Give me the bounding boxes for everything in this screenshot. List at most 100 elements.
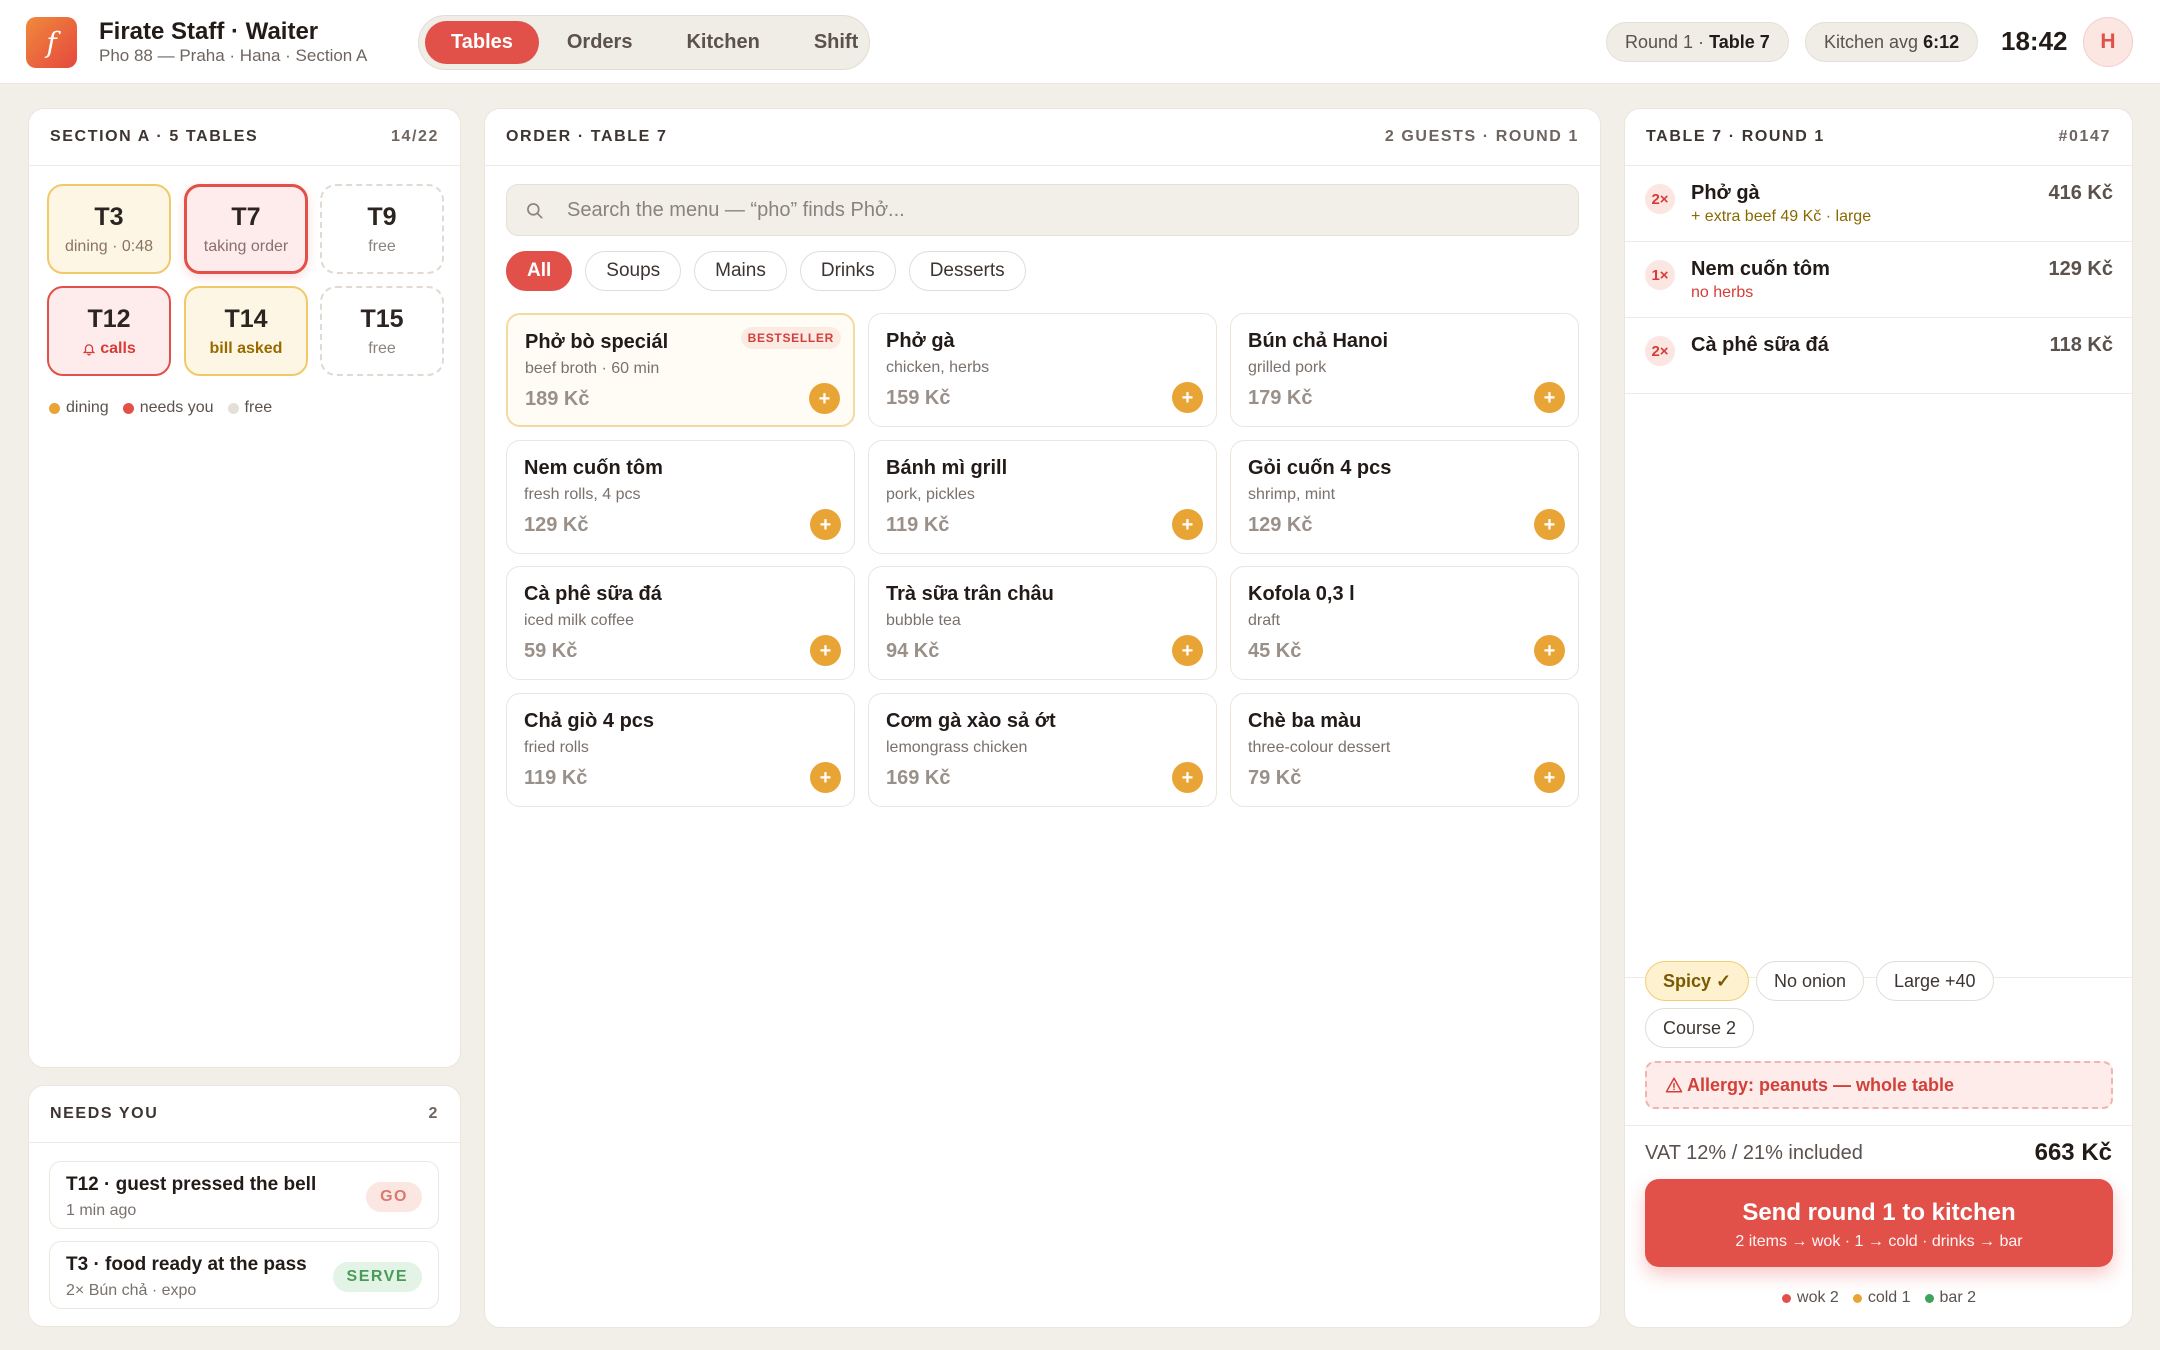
menu-item-name: Gỏi cuốn 4 pcs <box>1248 457 1392 479</box>
menu-item-name: Nem cuốn tôm <box>524 457 663 479</box>
add-item-button[interactable]: + <box>1172 509 1203 540</box>
tab-shift[interactable]: Shift <box>788 21 884 64</box>
table-status: dining · 0:48 <box>64 237 154 255</box>
send-button-label: Send round 1 to kitchen <box>1742 1199 2016 1226</box>
menu-item-price: 129 Kč <box>1248 514 1313 536</box>
line-price: 416 Kč <box>2048 182 2114 204</box>
table-card-t12[interactable]: T12 calls <box>47 286 171 376</box>
round-label: Round 1 · <box>1625 31 1705 52</box>
add-item-button[interactable]: + <box>1534 635 1565 666</box>
add-item-button[interactable]: + <box>809 383 840 414</box>
go-button[interactable]: GO <box>366 1182 422 1212</box>
legend-dot-dining <box>49 402 60 414</box>
line-name: Cà phê sữa đá <box>1691 334 1829 356</box>
add-item-button[interactable]: + <box>810 509 841 540</box>
table-card-t9[interactable]: T9 free <box>320 184 444 274</box>
modifier-large[interactable]: Large +40 <box>1876 961 1994 1001</box>
needs-item[interactable]: T12 · guest pressed the bell 1 min ago G… <box>49 1161 439 1229</box>
warning-icon <box>1665 1077 1683 1093</box>
serve-button[interactable]: SERVE <box>332 1262 422 1292</box>
modifier-no-onion[interactable]: No onion <box>1756 961 1865 1001</box>
table-card-t14[interactable]: T14 bill asked <box>184 286 308 376</box>
menu-item-desc: pork, pickles <box>886 486 975 503</box>
order-line[interactable]: 2× Phở gà + extra beef 49 Kč · large 416… <box>1625 166 2132 242</box>
app-subtitle: Pho 88 — Praha · Hana · Section A <box>99 46 368 65</box>
order-title: ORDER · TABLE 7 <box>506 128 668 145</box>
menu-item[interactable]: Cơm gà xào sả ớt lemongrass chicken 169 … <box>868 693 1217 807</box>
kitchen-avg-value: 6:12 <box>1923 31 1960 52</box>
add-item-button[interactable]: + <box>810 762 841 793</box>
menu-item-price: 119 Kč <box>886 514 950 536</box>
menu-item-price: 119 Kč <box>524 767 588 789</box>
menu-item[interactable]: Bún chả Hanoi grilled pork 179 Kč + <box>1230 313 1579 427</box>
line-note: + extra beef 49 Kč · large <box>1691 208 1872 225</box>
main-nav: Tables Orders Kitchen Shift <box>418 15 870 70</box>
vat-note: VAT 12% / 21% included <box>1645 1142 1863 1164</box>
table-card-t3[interactable]: T3 dining · 0:48 <box>47 184 171 274</box>
menu-item-price: 59 Kč <box>524 640 578 662</box>
search-input[interactable] <box>567 185 1557 235</box>
needs-you-title: NEEDS YOU <box>50 1105 159 1122</box>
section-title: SECTION A · 5 TABLES <box>50 128 259 145</box>
tab-tables[interactable]: Tables <box>425 21 539 64</box>
menu-item[interactable]: Phở bò speciál BESTSELLER beef broth · 6… <box>506 313 855 427</box>
menu-item-desc: beef broth · 60 min <box>525 360 660 377</box>
menu-item[interactable]: Nem cuốn tôm fresh rolls, 4 pcs 129 Kč + <box>506 440 855 554</box>
category-desserts[interactable]: Desserts <box>908 251 1026 291</box>
modifier-course-2[interactable]: Course 2 <box>1645 1008 1755 1048</box>
add-item-button[interactable]: + <box>1172 382 1203 413</box>
menu-item[interactable]: Bánh mì grill pork, pickles 119 Kč + <box>868 440 1217 554</box>
table-card-t7[interactable]: T7 taking order <box>184 184 308 274</box>
table-name: T15 <box>360 304 404 333</box>
total-divider <box>1625 1125 2132 1126</box>
station-legend: wok 2 cold 1 bar 2 <box>1625 1289 2132 1307</box>
needs-item[interactable]: T3 · food ready at the pass 2× Bún chả ·… <box>49 1241 439 1309</box>
station-dot-cold <box>1852 1293 1862 1303</box>
menu-item[interactable]: Gỏi cuốn 4 pcs shrimp, mint 129 Kč + <box>1230 440 1579 554</box>
menu-item[interactable]: Chả giò 4 pcs fried rolls 119 Kč + <box>506 693 855 807</box>
kitchen-avg-label: Kitchen avg <box>1824 31 1919 52</box>
menu-item[interactable]: Trà sữa trân châu bubble tea 94 Kč + <box>868 566 1217 680</box>
table-name: T3 <box>94 202 124 231</box>
add-item-button[interactable]: + <box>1172 762 1203 793</box>
menu-item[interactable]: Phở gà chicken, herbs 159 Kč + <box>868 313 1217 427</box>
table-status: bill asked <box>209 339 283 357</box>
line-price: 118 Kč <box>2049 334 2113 356</box>
add-item-button[interactable]: + <box>810 635 841 666</box>
menu-item[interactable]: Kofola 0,3 l draft 45 Kč + <box>1230 566 1579 680</box>
modifier-spicy[interactable]: Spicy ✓ <box>1645 961 1750 1001</box>
category-all[interactable]: All <box>506 251 573 291</box>
menu-item-price: 179 Kč <box>1248 387 1313 409</box>
category-filters: All Soups Mains Drinks Desserts <box>506 251 1026 291</box>
legend-label: dining <box>66 399 109 416</box>
category-mains[interactable]: Mains <box>694 251 787 291</box>
category-drinks[interactable]: Drinks <box>799 251 896 291</box>
round-pill[interactable]: Round 1 · Table 7 <box>1606 22 1789 62</box>
order-total: 663 Kč <box>2034 1139 2112 1166</box>
station-item: cold 1 <box>1852 1289 1911 1307</box>
add-item-button[interactable]: + <box>1534 762 1565 793</box>
send-to-kitchen-button[interactable]: Send round 1 to kitchen 2 items → wok · … <box>1645 1179 2113 1267</box>
add-item-button[interactable]: + <box>1534 509 1565 540</box>
send-button-routing: 2 items → wok · 1 → cold · drinks → bar <box>1735 1233 2023 1250</box>
tab-orders[interactable]: Orders <box>541 21 659 64</box>
menu-item[interactable]: Chè ba màu three-colour dessert 79 Kč + <box>1230 693 1579 807</box>
add-item-button[interactable]: + <box>1534 382 1565 413</box>
round-table: Table 7 <box>1709 31 1770 52</box>
order-line[interactable]: 2× Cà phê sữa đá 118 Kč <box>1625 318 2132 394</box>
station-label: bar 2 <box>1939 1289 1976 1306</box>
table-card-t15[interactable]: T15 free <box>320 286 444 376</box>
avatar[interactable]: H <box>2083 17 2133 67</box>
menu-item[interactable]: Cà phê sữa đá iced milk coffee 59 Kč + <box>506 566 855 680</box>
tab-kitchen[interactable]: Kitchen <box>660 21 785 64</box>
table-name: T12 <box>87 304 131 333</box>
section-panel: SECTION A · 5 TABLES 14/22 T3 dining · 0… <box>28 108 461 1068</box>
legend-item: dining <box>49 399 109 417</box>
add-item-button[interactable]: + <box>1172 635 1203 666</box>
category-soups[interactable]: Soups <box>585 251 682 291</box>
menu-item-desc: draft <box>1248 612 1281 629</box>
order-line[interactable]: 1× Nem cuốn tôm no herbs 129 Kč <box>1625 242 2132 318</box>
menu-item-desc: three-colour dessert <box>1248 739 1391 756</box>
app-logo: f <box>26 17 77 68</box>
menu-item-name: Bánh mì grill <box>886 457 1008 479</box>
